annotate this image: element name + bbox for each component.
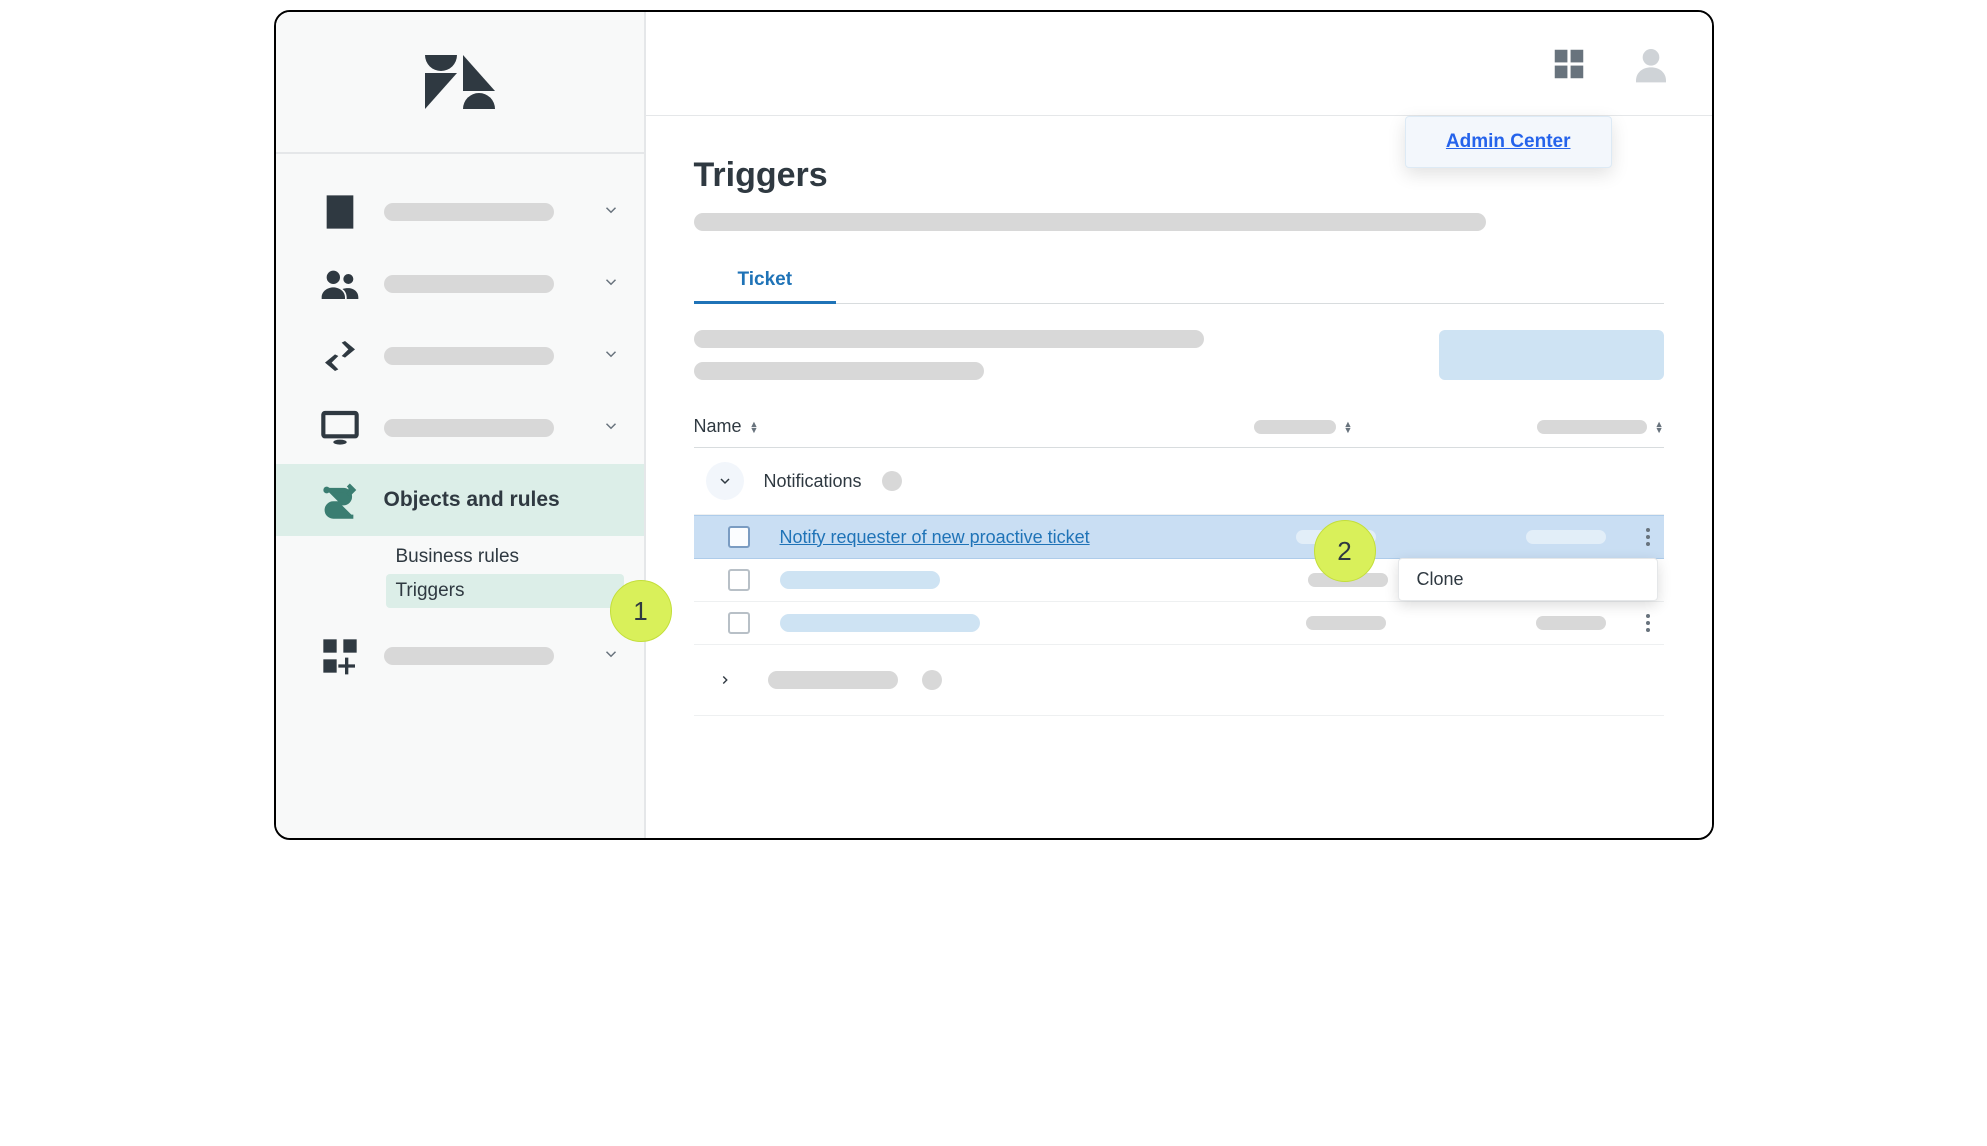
- cell-skeleton: [780, 614, 980, 632]
- logo: [276, 12, 644, 154]
- building-icon: [316, 188, 364, 236]
- sort-icon[interactable]: ▲▼: [750, 421, 759, 433]
- cell-skeleton: [1526, 530, 1606, 544]
- chevron-down-icon: [602, 273, 620, 296]
- subnav: Business rules Triggers: [276, 536, 644, 620]
- toolbar-skeleton: [694, 362, 984, 380]
- sort-icon[interactable]: ▲▼: [1344, 421, 1353, 433]
- nav-label: Objects and rules: [384, 488, 620, 512]
- main: Admin Center Triggers Ticket: [646, 12, 1712, 838]
- nav-skeleton: [384, 647, 554, 665]
- cell-skeleton: [1306, 616, 1386, 630]
- admin-center-dropdown[interactable]: Admin Center: [1405, 116, 1612, 168]
- menu-item-clone[interactable]: Clone: [1417, 569, 1464, 589]
- trigger-row-selected[interactable]: Notify requester of new proactive ticket…: [694, 515, 1664, 559]
- group-skeleton: [768, 671, 898, 689]
- nav-skeleton: [384, 419, 554, 437]
- chevron-down-icon: [602, 201, 620, 224]
- trigger-row[interactable]: [694, 602, 1664, 645]
- nav-item-people[interactable]: [276, 248, 644, 320]
- row-checkbox[interactable]: [728, 612, 750, 634]
- app-frame: Objects and rules Business rules Trigger…: [274, 10, 1714, 840]
- chevron-down-icon: [602, 417, 620, 440]
- trigger-group-row-collapsed[interactable]: [694, 645, 1664, 716]
- sidebar: Objects and rules Business rules Trigger…: [276, 12, 646, 838]
- collapse-group-button[interactable]: [706, 462, 744, 500]
- arrows-horizontal-icon: [316, 332, 364, 380]
- tab-ticket[interactable]: Ticket: [694, 259, 837, 304]
- user-avatar-icon[interactable]: [1630, 43, 1672, 85]
- admin-center-link[interactable]: Admin Center: [1446, 131, 1571, 152]
- annotation-badge-2: 2: [1314, 520, 1376, 582]
- row-context-menu[interactable]: Clone: [1398, 558, 1658, 601]
- trigger-link[interactable]: Notify requester of new proactive ticket: [780, 527, 1276, 548]
- apps-grid-icon[interactable]: [1548, 43, 1590, 85]
- row-checkbox[interactable]: [728, 526, 750, 548]
- add-trigger-button[interactable]: [1439, 330, 1664, 380]
- nav-skeleton: [384, 203, 554, 221]
- subtitle-skeleton: [694, 213, 1486, 231]
- table-header: Name ▲▼ ▲▼ ▲▼: [694, 416, 1664, 448]
- more-options-icon[interactable]: [1638, 528, 1658, 546]
- apps-add-icon: [316, 632, 364, 680]
- nav-item-objects-and-rules[interactable]: Objects and rules: [276, 464, 644, 536]
- nav-skeleton: [384, 275, 554, 293]
- monitor-icon: [316, 404, 364, 452]
- annotation-badge-1: 1: [610, 580, 672, 642]
- group-label: Notifications: [764, 471, 862, 492]
- nav-skeleton: [384, 347, 554, 365]
- column-skeleton: [1537, 420, 1647, 434]
- tabs: Ticket: [694, 259, 1664, 304]
- workflow-icon: [316, 476, 364, 524]
- topbar: [646, 12, 1712, 116]
- users-icon: [316, 260, 364, 308]
- toolbar-skeleton: [694, 330, 1204, 348]
- row-checkbox[interactable]: [728, 569, 750, 591]
- chevron-down-icon: [602, 345, 620, 368]
- subnav-business-rules[interactable]: Business rules: [386, 540, 614, 574]
- nav-item-workspaces[interactable]: [276, 392, 644, 464]
- expand-group-button[interactable]: [706, 661, 744, 699]
- cell-skeleton: [1536, 616, 1606, 630]
- nav-item-channels[interactable]: [276, 320, 644, 392]
- sort-icon[interactable]: ▲▼: [1655, 421, 1664, 433]
- nav-item-apps[interactable]: [276, 620, 644, 692]
- cell-skeleton: [780, 571, 940, 589]
- trigger-group-row[interactable]: Notifications: [694, 448, 1664, 515]
- group-count-badge: [922, 670, 942, 690]
- group-count-badge: [882, 471, 902, 491]
- subnav-triggers[interactable]: Triggers: [386, 574, 625, 608]
- chevron-down-icon: [602, 645, 620, 668]
- column-skeleton: [1254, 420, 1336, 434]
- more-options-icon[interactable]: [1638, 614, 1658, 632]
- nav-item-account[interactable]: [276, 176, 644, 248]
- column-name[interactable]: Name: [694, 416, 742, 437]
